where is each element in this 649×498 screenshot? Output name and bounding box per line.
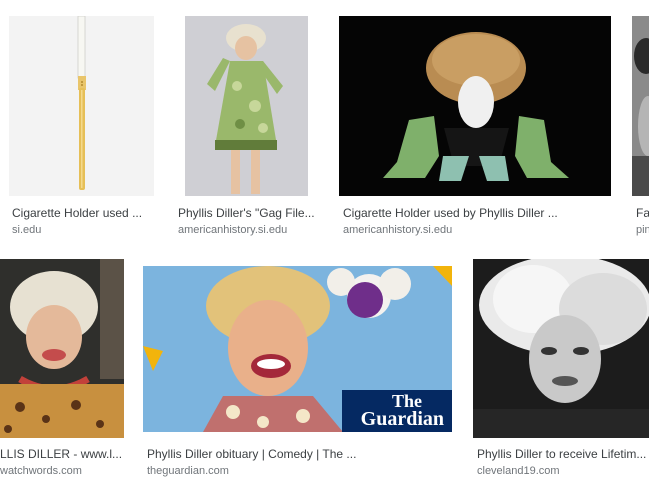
thumbnail-guardian-photo[interactable]: The Guardian bbox=[143, 266, 452, 432]
thumbnail-wig-and-boots[interactable] bbox=[339, 16, 611, 196]
image-result-5[interactable]: LLIS DILLER - www.l... watchwords.com bbox=[0, 259, 124, 481]
image-result-3[interactable]: Cigarette Holder used by Phyllis Diller … bbox=[339, 16, 611, 236]
image-result-1[interactable]: Cigarette Holder used ... si.edu bbox=[9, 16, 154, 236]
image-result-6[interactable]: The Guardian Phyllis Diller obituary | C… bbox=[143, 259, 452, 481]
result-source[interactable]: americanhistory.si.edu bbox=[343, 223, 611, 237]
result-source[interactable]: watchwords.com bbox=[0, 464, 124, 478]
thumbnail-leopard-print[interactable] bbox=[0, 259, 124, 438]
result-source[interactable]: si.edu bbox=[12, 223, 154, 237]
result-source[interactable]: theguardian.com bbox=[147, 464, 452, 478]
result-title[interactable]: LLIS DILLER - www.l... bbox=[0, 447, 124, 462]
thumbnail-green-dress[interactable] bbox=[185, 16, 308, 196]
result-title[interactable]: Cigarette Holder used by Phyllis Diller … bbox=[343, 206, 611, 221]
result-title[interactable]: Phyllis Diller to receive Lifetim... bbox=[477, 447, 649, 462]
result-title[interactable]: Fa bbox=[636, 206, 649, 221]
result-source[interactable]: cleveland19.com bbox=[477, 464, 649, 478]
thumbnail-bw-portrait[interactable] bbox=[473, 259, 649, 438]
result-title[interactable]: Cigarette Holder used ... bbox=[12, 206, 154, 221]
result-title[interactable]: Phyllis Diller obituary | Comedy | The .… bbox=[147, 447, 452, 462]
image-result-2[interactable]: Phyllis Diller's "Gag File... americanhi… bbox=[175, 16, 320, 236]
image-result-4[interactable]: Fa pin bbox=[632, 16, 649, 236]
thumbnail-cigarette-holder[interactable] bbox=[9, 16, 154, 196]
guardian-logo: The Guardian bbox=[342, 390, 452, 432]
thumbnail-partial[interactable] bbox=[632, 16, 649, 196]
result-source[interactable]: americanhistory.si.edu bbox=[178, 223, 320, 237]
result-title[interactable]: Phyllis Diller's "Gag File... bbox=[178, 206, 320, 221]
image-result-7[interactable]: Phyllis Diller to receive Lifetim... cle… bbox=[473, 259, 649, 481]
result-source[interactable]: pin bbox=[636, 223, 649, 237]
guardian-logo-line2: Guardian bbox=[360, 408, 444, 430]
